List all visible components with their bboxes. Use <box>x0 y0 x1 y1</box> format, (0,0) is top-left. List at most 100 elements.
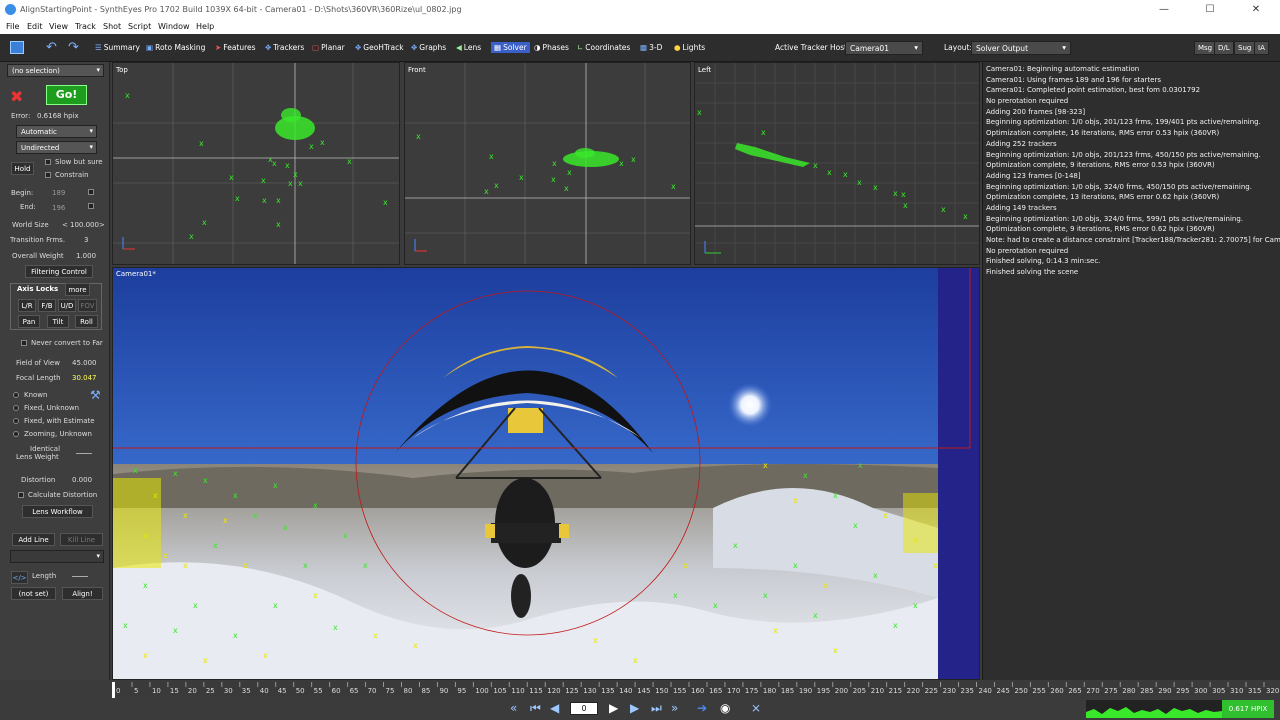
prev-key-icon[interactable]: ◀ <box>550 701 559 715</box>
room-planar[interactable]: ▢ Planar <box>312 43 345 52</box>
direction-select[interactable]: Undirected <box>16 141 97 154</box>
world-size-increment[interactable]: > <box>99 221 105 229</box>
layout-select[interactable]: Solver Output <box>971 41 1071 55</box>
never-convert-checkbox[interactable] <box>21 340 27 346</box>
lens-fixed-estimate-radio[interactable] <box>13 418 19 424</box>
distortion-value[interactable]: 0.000 <box>72 476 92 484</box>
lock-fb-button[interactable]: F/B <box>38 299 56 312</box>
fov-value[interactable]: 45.000 <box>72 359 97 367</box>
kill-line-button[interactable]: Kill Line <box>60 533 103 546</box>
roll-button[interactable]: Roll <box>75 315 98 328</box>
lens-weight-value[interactable] <box>76 453 92 454</box>
slow-but-sure-checkbox[interactable] <box>45 159 51 165</box>
last-frame-icon[interactable]: ⏭ <box>651 701 662 716</box>
focal-length-value[interactable]: 30.047 <box>72 374 97 382</box>
mode-select[interactable]: Automatic <box>16 125 97 138</box>
timeline-tick-label: 80 <box>404 687 413 695</box>
first-frame-icon[interactable]: ⏮ <box>530 701 541 716</box>
hpix-readout: 0.617 HPIX <box>1222 700 1274 718</box>
dl-button[interactable]: D/L <box>1214 41 1234 55</box>
svg-text:x: x <box>133 466 138 475</box>
maximize-icon[interactable]: ☐ <box>1187 0 1233 19</box>
room-graphs[interactable]: ✥ Graphs <box>411 43 446 52</box>
lens-known-radio[interactable] <box>13 392 19 398</box>
menu-shot[interactable]: Shot <box>103 22 121 31</box>
ia-button[interactable]: IA <box>1254 41 1269 55</box>
tilt-button[interactable]: Tilt <box>47 315 69 328</box>
selection-select[interactable]: (no selection) <box>7 64 104 77</box>
timeline-playhead[interactable] <box>112 682 115 698</box>
identical-label: Identical <box>30 445 61 453</box>
room-lens[interactable]: ◀ Lens <box>456 43 481 52</box>
sug-button[interactable]: Sug <box>1234 41 1256 55</box>
lock-ud-button[interactable]: U/D <box>58 299 76 312</box>
add-line-button[interactable]: Add Line <box>12 533 55 546</box>
lens-fixed-unknown-radio[interactable] <box>13 405 19 411</box>
menu-window[interactable]: Window <box>158 22 190 31</box>
code-icon[interactable]: </> <box>11 571 28 584</box>
calculate-distortion-checkbox[interactable] <box>18 492 24 498</box>
rewind-icon[interactable]: « <box>510 701 517 715</box>
begin-checkbox[interactable] <box>88 189 94 195</box>
room-features[interactable]: ➤ Features <box>215 43 256 52</box>
lock-lr-button[interactable]: L/R <box>18 299 36 312</box>
room-phases[interactable]: ◑ Phases <box>534 43 569 52</box>
world-size-decrement[interactable]: < <box>62 221 68 229</box>
minimize-icon[interactable]: — <box>1141 0 1187 19</box>
end-checkbox[interactable] <box>88 203 94 209</box>
menu-script[interactable]: Script <box>128 22 151 31</box>
not-set-button[interactable]: (not set) <box>11 587 56 600</box>
room-trackers[interactable]: ✥ Trackers <box>265 43 304 52</box>
filtering-control-button[interactable]: Filtering Control <box>25 265 93 278</box>
align-button[interactable]: Align! <box>62 587 103 600</box>
lock-fov-button[interactable]: FOV <box>78 299 97 312</box>
undo-icon[interactable]: ↶ <box>46 40 57 55</box>
pan-button[interactable]: Pan <box>18 315 40 328</box>
overall-weight-value[interactable]: 1.000 <box>76 252 96 260</box>
room-lights[interactable]: ● Lights <box>674 43 705 52</box>
active-tracker-host-select[interactable]: Camera01 <box>845 41 923 55</box>
line-select[interactable] <box>10 550 104 563</box>
close-icon[interactable]: ✕ <box>1233 0 1279 19</box>
room-summary[interactable]: ☰ Summary <box>95 43 140 52</box>
menu-help[interactable]: Help <box>196 22 214 31</box>
room-3d[interactable]: ▩ 3-D <box>640 43 662 52</box>
save-icon[interactable] <box>10 41 24 54</box>
menu-edit[interactable]: Edit <box>27 22 43 31</box>
play-icon[interactable]: ▶ <box>609 701 618 715</box>
menu-track[interactable]: Track <box>75 22 96 31</box>
begin-value[interactable]: 189 <box>52 189 65 197</box>
room-geohtrack[interactable]: ✥ GeoHTrack <box>355 43 404 52</box>
fit-view-icon[interactable]: ⨯ <box>751 701 761 715</box>
end-value[interactable]: 196 <box>52 204 65 212</box>
menu-view[interactable]: View <box>49 22 68 31</box>
menu-file[interactable]: File <box>6 22 19 31</box>
redo-icon[interactable]: ↷ <box>68 40 79 55</box>
fast-forward-icon[interactable]: » <box>671 701 678 715</box>
msg-button[interactable]: Msg <box>1194 41 1217 55</box>
lens-zooming-radio[interactable] <box>13 431 19 437</box>
wrench-icon[interactable]: ⚒ <box>90 388 101 402</box>
front-viewport[interactable]: xxxx xxxx xxxx Front <box>404 62 691 265</box>
zoom-icon[interactable]: ◉ <box>720 701 730 715</box>
room-roto-masking[interactable]: ▣ Roto Masking <box>146 43 205 52</box>
constrain-checkbox[interactable] <box>45 172 51 178</box>
timeline-tick-label: 250 <box>1014 687 1027 695</box>
frame-field[interactable]: 0 <box>570 702 598 715</box>
top-viewport[interactable]: xxxx xxxx xxxx xxxx xxxx Top <box>112 62 400 265</box>
lens-workflow-button[interactable]: Lens Workflow <box>22 505 93 518</box>
room-solver[interactable]: ▦ Solver <box>491 42 530 53</box>
go-button[interactable]: Go! <box>46 85 87 105</box>
room-coordinates[interactable]: ∟ Coordinates <box>577 43 630 52</box>
next-key-icon[interactable]: ▶ <box>630 701 639 715</box>
playback-direction-icon[interactable]: ➔ <box>697 701 707 715</box>
clear-icon[interactable]: ✖ <box>10 87 23 106</box>
more-button[interactable]: more <box>65 283 90 296</box>
world-size-value[interactable]: 100.000 <box>70 221 99 229</box>
hold-button[interactable]: Hold <box>11 162 34 175</box>
length-value[interactable] <box>72 576 88 577</box>
timeline-bar[interactable]: 0 5 10 15 20 25 30 35 40 45 50 55 60 65 70 75 80 85 90 95 10… <box>112 682 1280 698</box>
transition-frms-value[interactable]: 3 <box>84 236 88 244</box>
camera-viewport[interactable]: xxxx xxxx xxxx xxxx xxxx xxxx xxxx xxxx … <box>112 267 980 680</box>
left-viewport[interactable]: xxxx xxxx xxxx Left <box>694 62 980 265</box>
